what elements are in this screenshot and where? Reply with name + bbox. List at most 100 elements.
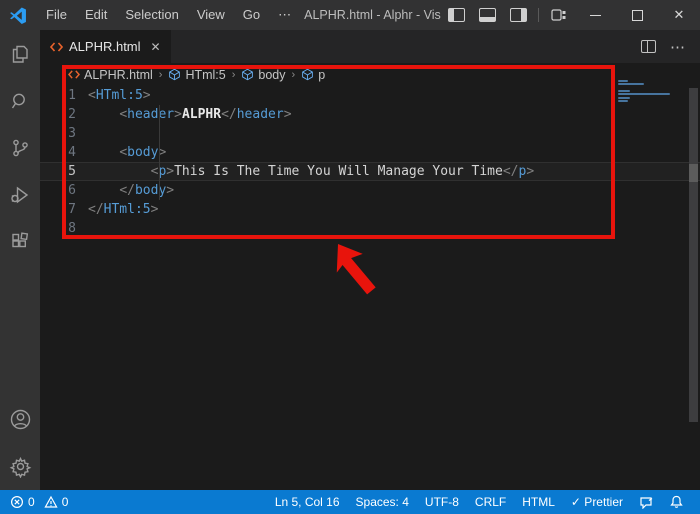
breadcrumb-item-body[interactable]: body bbox=[241, 68, 285, 82]
breadcrumb-separator: › bbox=[158, 69, 164, 81]
line-content: </HTml:5> bbox=[88, 200, 158, 219]
menu-selection[interactable]: Selection bbox=[116, 0, 187, 30]
line-content: <HTml:5> bbox=[88, 86, 151, 105]
line-content: <header>ALPHR</header> bbox=[88, 105, 292, 124]
line-content: <body> bbox=[88, 143, 166, 162]
titlebar: FileEditSelectionViewGo⋯ ALPHR.html - Al… bbox=[0, 0, 700, 30]
minimap-line bbox=[618, 100, 628, 102]
toggle-secondary-sidebar-icon[interactable] bbox=[510, 8, 527, 22]
warning-count: 0 bbox=[62, 495, 69, 509]
status-bar: 0 0 Ln 5, Col 16Spaces: 4UTF-8CRLFHTML✓ … bbox=[0, 490, 700, 514]
editor-group: ALPHR.html ✕ ⋯ ALPHR.html›HTml:5›body›p … bbox=[40, 30, 700, 490]
menu-file[interactable]: File bbox=[37, 0, 76, 30]
line-content: <p>This Is The Time You Will Manage Your… bbox=[88, 162, 534, 181]
scrollbar-track[interactable] bbox=[689, 88, 698, 422]
line-number: 8 bbox=[40, 219, 88, 238]
code-line-7[interactable]: 7</HTml:5> bbox=[40, 200, 700, 219]
code-line-3[interactable]: 3 bbox=[40, 124, 700, 143]
line-content: </body> bbox=[88, 181, 174, 200]
symbol-cube-icon bbox=[241, 68, 254, 81]
feedback-icon[interactable] bbox=[632, 496, 661, 509]
breadcrumb-item-html5[interactable]: HTml:5 bbox=[168, 68, 225, 82]
run-debug-icon[interactable] bbox=[0, 171, 40, 218]
vscode-window: FileEditSelectionViewGo⋯ ALPHR.html - Al… bbox=[0, 0, 700, 514]
search-icon[interactable] bbox=[0, 77, 40, 124]
statusbar-item-utf8[interactable]: UTF-8 bbox=[418, 495, 466, 509]
symbol-cube-icon bbox=[168, 68, 181, 81]
statusbar-right: Ln 5, Col 16Spaces: 4UTF-8CRLFHTML✓ Pret… bbox=[268, 495, 700, 509]
error-count: 0 bbox=[28, 495, 35, 509]
line-number: 1 bbox=[40, 86, 88, 105]
breadcrumb-label: p bbox=[318, 68, 325, 82]
line-number: 6 bbox=[40, 181, 88, 200]
breadcrumb-label: HTml:5 bbox=[185, 68, 225, 82]
menu-view[interactable]: View bbox=[188, 0, 234, 30]
statusbar-item-spaces4[interactable]: Spaces: 4 bbox=[349, 495, 416, 509]
line-number: 2 bbox=[40, 105, 88, 124]
breadcrumb-label: ALPHR.html bbox=[84, 68, 153, 82]
minimap-line bbox=[618, 97, 630, 99]
customize-layout-icon[interactable] bbox=[551, 8, 566, 22]
explorer-icon[interactable] bbox=[0, 30, 40, 77]
code-line-6[interactable]: 6 </body> bbox=[40, 181, 700, 200]
breadcrumb: ALPHR.html › HTml:5 › body › p bbox=[40, 63, 700, 86]
minimap-line bbox=[618, 80, 628, 82]
titlebar-controls: ✕ bbox=[441, 0, 700, 30]
breadcrumb-separator: › bbox=[291, 69, 297, 81]
code-line-2[interactable]: 2 <header>ALPHR</header> bbox=[40, 105, 700, 124]
tab-label: ALPHR.html bbox=[69, 39, 141, 54]
line-number: 7 bbox=[40, 200, 88, 219]
account-icon[interactable] bbox=[0, 396, 40, 443]
scrollbar-thumb[interactable] bbox=[689, 164, 698, 182]
code-line-4[interactable]: 4 <body> bbox=[40, 143, 700, 162]
breadcrumb-item-p[interactable]: p bbox=[301, 68, 325, 82]
error-icon bbox=[10, 495, 24, 509]
minimap-line bbox=[618, 83, 644, 85]
window-title: ALPHR.html - Alphr - Visu... bbox=[300, 8, 441, 22]
statusbar-item-crlf[interactable]: CRLF bbox=[468, 495, 513, 509]
line-number: 5 bbox=[40, 162, 88, 181]
activity-bar bbox=[0, 30, 40, 490]
problems-summary[interactable]: 0 0 bbox=[0, 495, 68, 509]
code-line-5[interactable]: 5 <p>This Is The Time You Will Manage Yo… bbox=[40, 162, 700, 181]
settings-gear-icon[interactable] bbox=[0, 443, 40, 490]
notifications-bell-icon[interactable] bbox=[663, 495, 690, 509]
code-line-8[interactable]: 8 bbox=[40, 219, 700, 238]
tab-bar: ALPHR.html ✕ ⋯ bbox=[40, 30, 700, 63]
tab-alphr-html[interactable]: ALPHR.html ✕ bbox=[40, 30, 171, 63]
split-editor-icon[interactable] bbox=[641, 40, 656, 53]
symbol-cube-icon bbox=[301, 68, 314, 81]
toggle-primary-sidebar-icon[interactable] bbox=[448, 8, 465, 22]
editor-actions: ⋯ bbox=[641, 30, 700, 63]
minimap-line bbox=[618, 93, 670, 95]
line-number: 4 bbox=[40, 143, 88, 162]
divider bbox=[538, 8, 539, 22]
menubar: FileEditSelectionViewGo⋯ bbox=[37, 0, 300, 30]
vscode-logo-icon bbox=[9, 6, 27, 24]
statusbar-item-ln5col16[interactable]: Ln 5, Col 16 bbox=[268, 495, 347, 509]
menu-[interactable]: ⋯ bbox=[269, 0, 300, 30]
code-area[interactable]: 1<HTml:5>2 <header>ALPHR</header>34 <bod… bbox=[40, 86, 700, 238]
tab-close-icon[interactable]: ✕ bbox=[151, 40, 161, 54]
menu-edit[interactable]: Edit bbox=[76, 0, 116, 30]
minimap-line bbox=[618, 90, 630, 92]
minimize-button[interactable] bbox=[574, 0, 616, 30]
toggle-panel-icon[interactable] bbox=[479, 8, 496, 22]
html-file-icon bbox=[50, 41, 63, 53]
warning-icon bbox=[44, 495, 58, 509]
more-actions-icon[interactable]: ⋯ bbox=[670, 38, 686, 56]
menu-go[interactable]: Go bbox=[234, 0, 269, 30]
breadcrumb-separator: › bbox=[231, 69, 237, 81]
statusbar-item-prettier[interactable]: ✓ Prettier bbox=[564, 495, 630, 509]
close-button[interactable]: ✕ bbox=[658, 0, 700, 30]
statusbar-item-html[interactable]: HTML bbox=[515, 495, 562, 509]
html-file-icon bbox=[68, 69, 80, 80]
maximize-button[interactable] bbox=[616, 0, 658, 30]
breadcrumb-item-alphrhtml[interactable]: ALPHR.html bbox=[68, 68, 153, 82]
minimap[interactable] bbox=[618, 80, 678, 140]
extensions-icon[interactable] bbox=[0, 218, 40, 265]
line-number: 3 bbox=[40, 124, 88, 143]
source-control-icon[interactable] bbox=[0, 124, 40, 171]
breadcrumb-label: body bbox=[258, 68, 285, 82]
code-line-1[interactable]: 1<HTml:5> bbox=[40, 86, 700, 105]
